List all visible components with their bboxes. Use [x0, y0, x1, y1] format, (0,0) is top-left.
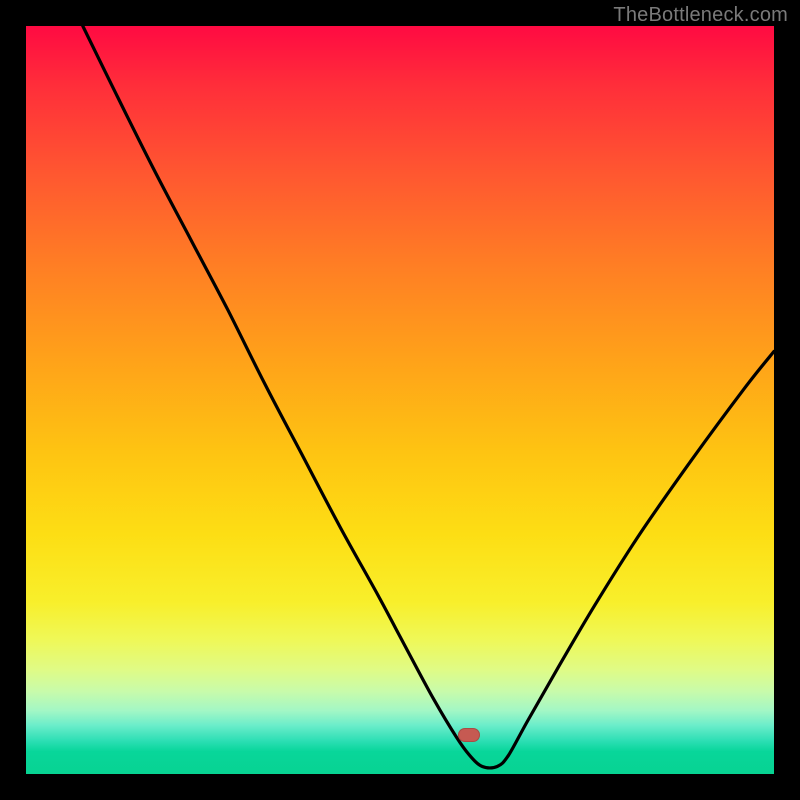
plot-area: [26, 26, 774, 774]
figure-frame: TheBottleneck.com: [0, 0, 800, 800]
watermark-text: TheBottleneck.com: [613, 4, 788, 27]
optimum-marker: [458, 728, 480, 742]
bottleneck-curve: [26, 26, 774, 774]
